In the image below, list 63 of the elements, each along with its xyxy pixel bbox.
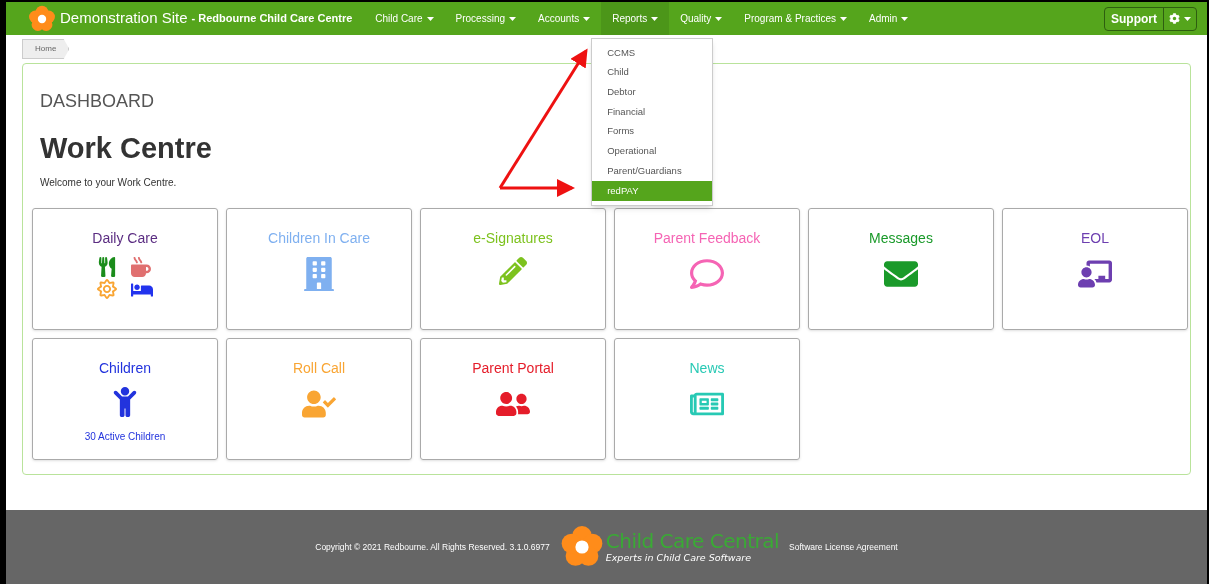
tile-title: Parent Feedback (653, 228, 761, 248)
tile-title: Roll Call (292, 358, 346, 378)
dashboard-tile[interactable]: Children In Care (226, 207, 412, 330)
speech-bubble-icon (690, 256, 724, 291)
caret-icon (426, 16, 434, 21)
copyright-text: Copyright © 2021 Redbourne. All Rights Reserved. 3.1.0.6977 (315, 540, 550, 554)
nav-menu-item[interactable]: Reports (601, 2, 670, 35)
nav-menu-item[interactable]: Quality (669, 2, 734, 35)
building-icon (302, 256, 336, 291)
tile-title: Parent Portal (472, 358, 554, 378)
dropdown-item[interactable]: Operational (592, 141, 713, 162)
sun-icon (97, 278, 117, 299)
tile-title: Children In Care (268, 228, 370, 248)
welcome-text: Welcome to your Work Centre. (40, 175, 177, 190)
tile-title: News (689, 358, 725, 378)
nav-menu-item[interactable]: Program & Practices (733, 2, 858, 35)
dashboard-tile[interactable]: Messages (808, 207, 994, 330)
dashboard-tile[interactable]: EOL (1002, 207, 1188, 330)
flower-logo-icon (28, 4, 56, 33)
logo-tagline: Experts in Child Care Software (605, 553, 752, 563)
license-link[interactable]: Software License Agreement (789, 540, 898, 554)
tile-title: EOL (1081, 228, 1109, 248)
logo-name: Child Care Central (605, 531, 780, 552)
centre-name: - Redbourne Child Care Centre (191, 11, 353, 27)
dashboard-tile[interactable]: Daily Care (32, 207, 218, 330)
nav-menu-item[interactable]: Child Care (364, 2, 445, 35)
cup-icon (131, 256, 151, 277)
caret-icon (1184, 16, 1191, 21)
dashboard-tile[interactable]: Parent Portal (420, 337, 606, 460)
caret-icon (840, 16, 847, 21)
dashboard-tile[interactable]: News (614, 337, 800, 460)
nav-menu-item[interactable]: Admin (858, 2, 920, 35)
dropdown-item[interactable]: Child (592, 62, 713, 83)
dropdown-item[interactable]: CCMS (592, 43, 713, 63)
dashboard-tile[interactable]: Roll Call (226, 337, 412, 460)
nav-menu-item[interactable]: Accounts (527, 2, 602, 35)
tile-subtitle: 30 Active Children (84, 429, 166, 444)
section-label: DASHBOARD (40, 90, 155, 113)
dashboard-tile[interactable]: Parent Feedback (614, 207, 800, 330)
settings-icon (1169, 13, 1180, 24)
tile-title: Messages (869, 228, 933, 248)
caret-icon (509, 16, 517, 21)
dropdown-item[interactable]: Parent/Guardians (592, 161, 713, 181)
breadcrumb-link[interactable]: Home (22, 39, 70, 59)
caret-icon (715, 16, 723, 21)
dropdown-item[interactable]: Debtor (592, 82, 713, 103)
tile-title: e-Signatures (473, 228, 553, 248)
flower-logo-icon (559, 525, 604, 569)
dropdown-item[interactable]: Forms (592, 121, 713, 142)
caret-icon (901, 16, 909, 21)
fork-knife-icon (97, 256, 117, 277)
caret-icon (583, 16, 591, 21)
dropdown-item[interactable]: Financial (592, 102, 713, 122)
site-name: Demonstration Site (60, 8, 188, 29)
caret-icon (651, 16, 659, 21)
page-title: Work Centre (40, 131, 212, 166)
dropdown-item[interactable]: redPAY (592, 180, 713, 201)
tile-title: Children (98, 358, 152, 378)
dashboard-tile[interactable]: Children 30 Active Children (32, 337, 218, 460)
pencil-icon (499, 256, 527, 285)
tile-title: Daily Care (92, 228, 158, 248)
dashboard-tile[interactable]: e-Signatures (420, 207, 606, 330)
nav-menu-item[interactable]: Processing (444, 2, 528, 35)
